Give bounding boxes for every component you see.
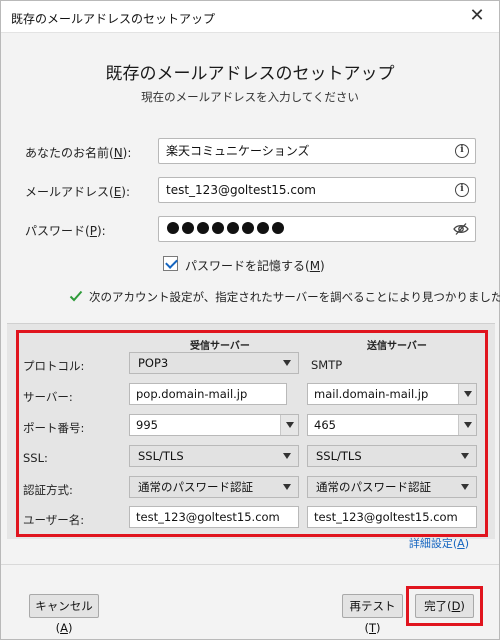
password-dot: [197, 222, 209, 234]
password-input[interactable]: [158, 216, 476, 242]
outgoing-server-combo[interactable]: mail.domain-mail.jp: [307, 383, 477, 405]
setup-dialog-window: 既存のメールアドレスのセットアップ ✕ 既存のメールアドレスのセットアップ 現在…: [0, 0, 500, 640]
close-icon[interactable]: ✕: [465, 5, 489, 29]
incoming-port-combo[interactable]: 995: [129, 414, 299, 436]
outgoing-username-input[interactable]: test_123@goltest15.com: [307, 506, 477, 528]
password-dot: [212, 222, 224, 234]
chevron-down-icon: [461, 484, 469, 490]
ssl-label: SSL:: [23, 451, 48, 465]
outgoing-ssl-select[interactable]: SSL/TLS: [307, 445, 477, 467]
footer-divider: [1, 564, 499, 565]
outgoing-port-value: 465: [314, 418, 336, 432]
incoming-ssl-value: SSL/TLS: [138, 449, 184, 463]
name-value: 楽天コミュニケーションズ: [166, 144, 310, 158]
chevron-down-icon: [464, 422, 472, 428]
outgoing-server-value: mail.domain-mail.jp: [314, 387, 429, 401]
outgoing-auth-value: 通常のパスワード認証: [316, 480, 431, 494]
remember-password-label[interactable]: パスワードを記憶する(M): [185, 257, 325, 274]
outgoing-auth-select[interactable]: 通常のパスワード認証: [307, 476, 477, 498]
password-dot: [182, 222, 194, 234]
dialog-subheading: 現在のメールアドレスを入力してください: [141, 90, 359, 104]
chevron-down-icon: [286, 422, 294, 428]
outgoing-port-dropdown[interactable]: [458, 415, 476, 435]
email-label: メールアドレス(E):: [25, 185, 131, 199]
incoming-auth-select[interactable]: 通常のパスワード認証: [129, 476, 299, 498]
email-value: test_123@goltest15.com: [166, 183, 316, 197]
incoming-server-header: 受信サーバー: [190, 341, 250, 352]
password-dot: [227, 222, 239, 234]
found-message-text: 次のアカウント設定が、指定されたサーバーを調べることにより見つかりました。: [89, 290, 500, 304]
incoming-port-dropdown[interactable]: [280, 415, 298, 435]
username-label: ユーザー名:: [23, 513, 85, 527]
outgoing-ssl-value: SSL/TLS: [316, 449, 362, 463]
info-icon[interactable]: i: [455, 144, 469, 158]
chevron-down-icon: [464, 391, 472, 397]
info-icon[interactable]: i: [455, 183, 469, 197]
server-label: サーバー:: [23, 390, 73, 404]
incoming-server-input[interactable]: pop.domain-mail.jp: [129, 383, 287, 405]
incoming-protocol-value: POP3: [138, 356, 169, 370]
advanced-settings-link[interactable]: 詳細設定(A): [409, 535, 469, 551]
port-label: ポート番号:: [23, 421, 85, 435]
password-mask: [167, 222, 284, 236]
name-input[interactable]: 楽天コミュニケーションズ i: [158, 138, 476, 164]
title-bar: 既存のメールアドレスのセットアップ ✕: [1, 1, 499, 33]
chevron-down-icon: [283, 453, 291, 459]
password-dot: [257, 222, 269, 234]
chevron-down-icon: [283, 484, 291, 490]
password-dot: [272, 222, 284, 234]
name-label: あなたのお名前(N):: [25, 146, 132, 160]
chevron-down-icon: [461, 453, 469, 459]
outgoing-port-combo[interactable]: 465: [307, 414, 477, 436]
incoming-username-input[interactable]: test_123@goltest15.com: [129, 506, 299, 528]
password-dot: [167, 222, 179, 234]
done-button[interactable]: 完了(D): [415, 594, 474, 618]
dialog-heading: 既存のメールアドレスのセットアップ: [105, 64, 395, 84]
incoming-auth-value: 通常のパスワード認証: [138, 480, 253, 494]
remember-password-checkbox[interactable]: [163, 256, 178, 271]
incoming-protocol-select[interactable]: POP3: [129, 352, 299, 374]
chevron-down-icon: [283, 360, 291, 366]
incoming-ssl-select[interactable]: SSL/TLS: [129, 445, 299, 467]
retest-button[interactable]: 再テスト(T): [342, 594, 403, 635]
outgoing-server-header: 送信サーバー: [367, 341, 427, 352]
incoming-port-value: 995: [136, 418, 158, 432]
email-input[interactable]: test_123@goltest15.com i: [158, 177, 476, 203]
outgoing-server-dropdown[interactable]: [458, 384, 476, 404]
protocol-label: プロトコル:: [23, 359, 85, 373]
eye-slash-icon[interactable]: [453, 222, 469, 236]
auth-label: 認証方式:: [23, 483, 73, 497]
outgoing-protocol-value: SMTP: [311, 358, 343, 372]
checkmark-icon: [69, 290, 83, 302]
password-dot: [242, 222, 254, 234]
cancel-button[interactable]: キャンセル(A): [29, 594, 99, 635]
password-label: パスワード(P):: [25, 224, 106, 238]
window-title: 既存のメールアドレスのセットアップ: [11, 12, 216, 26]
